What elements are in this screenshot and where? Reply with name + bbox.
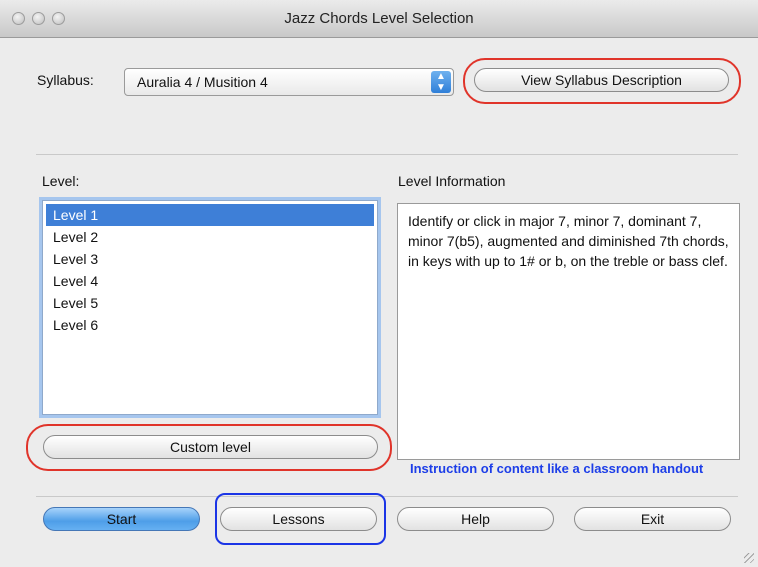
start-button[interactable]: Start xyxy=(43,507,200,531)
window-title: Jazz Chords Level Selection xyxy=(284,10,474,27)
title-bar[interactable]: Jazz Chords Level Selection xyxy=(0,0,758,38)
help-button[interactable]: Help xyxy=(397,507,554,531)
list-item[interactable]: Level 6 xyxy=(43,314,377,336)
separator xyxy=(36,154,738,155)
list-item[interactable]: Level 4 xyxy=(43,270,377,292)
syllabus-select[interactable]: Auralia 4 / Musition 4 ▲ ▼ xyxy=(124,68,454,96)
updown-arrows-icon: ▲ ▼ xyxy=(431,71,451,93)
blue-highlight-box xyxy=(215,493,386,545)
exit-button[interactable]: Exit xyxy=(574,507,731,531)
annotation-note: Instruction of content like a classroom … xyxy=(410,461,704,476)
level-selection-window: Jazz Chords Level Selection Syllabus: Au… xyxy=(0,0,758,567)
resize-grip-icon[interactable] xyxy=(744,553,754,563)
list-item[interactable]: Level 3 xyxy=(43,248,377,270)
syllabus-label: Syllabus: xyxy=(37,72,94,88)
list-item[interactable]: Level 2 xyxy=(43,226,377,248)
level-list[interactable]: Level 1 Level 2 Level 3 Level 4 Level 5 … xyxy=(42,200,378,415)
separator xyxy=(36,496,738,497)
list-item[interactable]: Level 5 xyxy=(43,292,377,314)
red-highlight-oval xyxy=(26,424,392,471)
list-item[interactable]: Level 1 xyxy=(46,204,374,226)
red-highlight-oval xyxy=(463,58,741,104)
syllabus-selected-value: Auralia 4 / Musition 4 xyxy=(137,74,268,90)
level-information-text: Identify or click in major 7, minor 7, d… xyxy=(397,203,740,460)
level-label: Level: xyxy=(42,173,80,189)
level-information-label: Level Information xyxy=(398,173,506,189)
